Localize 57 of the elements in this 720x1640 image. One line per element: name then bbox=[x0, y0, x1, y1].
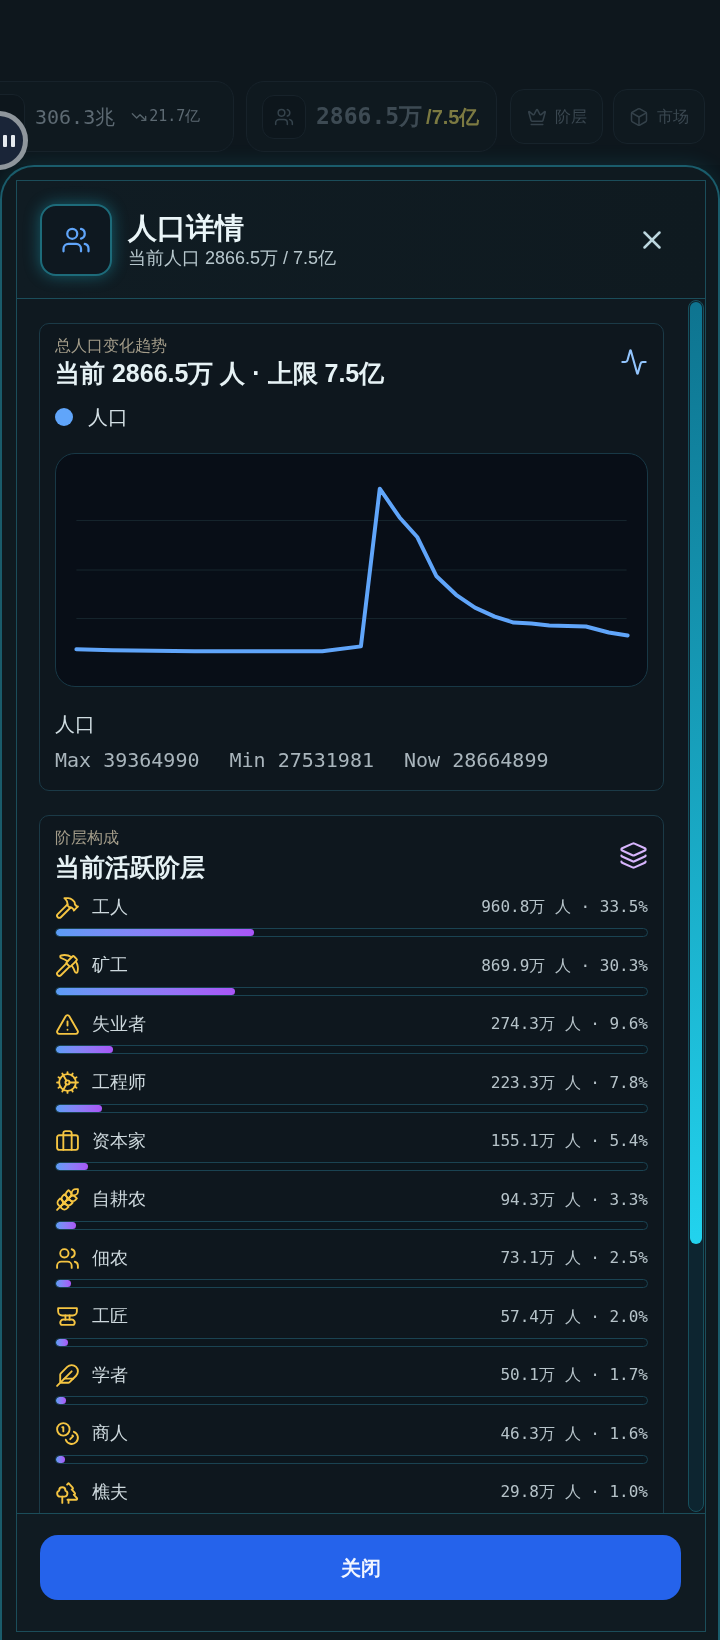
pause-icon bbox=[3, 134, 15, 147]
people-icon bbox=[40, 203, 112, 276]
layers-icon bbox=[619, 840, 648, 870]
stat-text: Max 39364990 bbox=[55, 747, 200, 773]
class-reading: 94.3万 人 · 3.3% bbox=[500, 1188, 648, 1211]
series-label: 人口 bbox=[55, 712, 95, 737]
pulse-icon bbox=[620, 348, 648, 376]
class-name: 失业者 bbox=[92, 1012, 146, 1036]
population-cap: /7.5亿 bbox=[426, 104, 480, 130]
scrollbar-thumb[interactable] bbox=[690, 302, 702, 1244]
stat-text: Now 28664899 bbox=[404, 747, 549, 773]
card-label: 阶层构成 bbox=[55, 828, 119, 848]
card-label: 总人口变化趋势 bbox=[55, 336, 167, 356]
treasury-amount: 306.3兆 bbox=[35, 103, 116, 131]
hammer-icon bbox=[55, 894, 80, 920]
pickaxe-icon bbox=[55, 953, 80, 978]
treasury-pill[interactable]: 306.3兆 21.7亿 bbox=[0, 81, 234, 152]
dialog-title: 人口详情 bbox=[128, 210, 244, 245]
class-reading: 869.9万 人 · 30.3% bbox=[481, 954, 648, 977]
anvil-icon bbox=[55, 1304, 80, 1329]
class-reading: 223.3万 人 · 7.8% bbox=[490, 1071, 648, 1094]
wheat-icon bbox=[55, 1187, 80, 1212]
class-name: 资本家 bbox=[92, 1129, 146, 1153]
people-icon bbox=[262, 94, 306, 139]
class-name: 学者 bbox=[92, 1363, 128, 1387]
class-name: 工匠 bbox=[92, 1305, 128, 1328]
dialog-subtitle: 当前人口 2866.5万 / 7.5亿 bbox=[128, 246, 337, 269]
class-name: 樵夫 bbox=[92, 1480, 128, 1504]
briefcase-icon bbox=[55, 1128, 80, 1154]
class-reading: 46.3万 人 · 1.6% bbox=[500, 1422, 648, 1445]
class-reading: 960.8万 人 · 33.5% bbox=[481, 896, 648, 918]
crown-icon bbox=[526, 106, 547, 127]
class-reading: 50.1万 人 · 1.7% bbox=[500, 1364, 648, 1386]
class-name: 自耕农 bbox=[92, 1188, 146, 1211]
class-reading: 29.8万 人 · 1.0% bbox=[500, 1481, 648, 1503]
treasury-change: 21.7亿 bbox=[149, 106, 201, 128]
gear-icon bbox=[55, 1070, 80, 1095]
feather-icon bbox=[55, 1362, 80, 1388]
class-name: 矿工 bbox=[92, 954, 128, 977]
close-dialog-button[interactable]: 关闭 bbox=[40, 1535, 681, 1600]
trees-icon bbox=[55, 1479, 80, 1505]
class-reading: 73.1万 人 · 2.5% bbox=[500, 1247, 648, 1269]
class-reading: 274.3万 人 · 9.6% bbox=[490, 1013, 648, 1035]
cube-icon bbox=[629, 106, 649, 127]
coins-icon bbox=[55, 1421, 80, 1446]
class-name: 佃农 bbox=[92, 1246, 128, 1270]
legend-label: 人口 bbox=[88, 406, 128, 428]
card-heading: 当前 2866.5万 人 · 上限 7.5亿 bbox=[55, 358, 385, 388]
class-reading: 155.1万 人 · 5.4% bbox=[490, 1130, 648, 1152]
stat-text: Min 27531981 bbox=[229, 747, 374, 773]
class-name: 工人 bbox=[92, 895, 128, 919]
card-heading: 当前活跃阶层 bbox=[55, 852, 205, 882]
warning-icon bbox=[55, 1011, 80, 1037]
class-name: 工程师 bbox=[92, 1071, 146, 1094]
class-name: 商人 bbox=[92, 1422, 128, 1445]
class-reading: 57.4万 人 · 2.0% bbox=[500, 1305, 648, 1328]
people-icon bbox=[55, 1245, 80, 1271]
